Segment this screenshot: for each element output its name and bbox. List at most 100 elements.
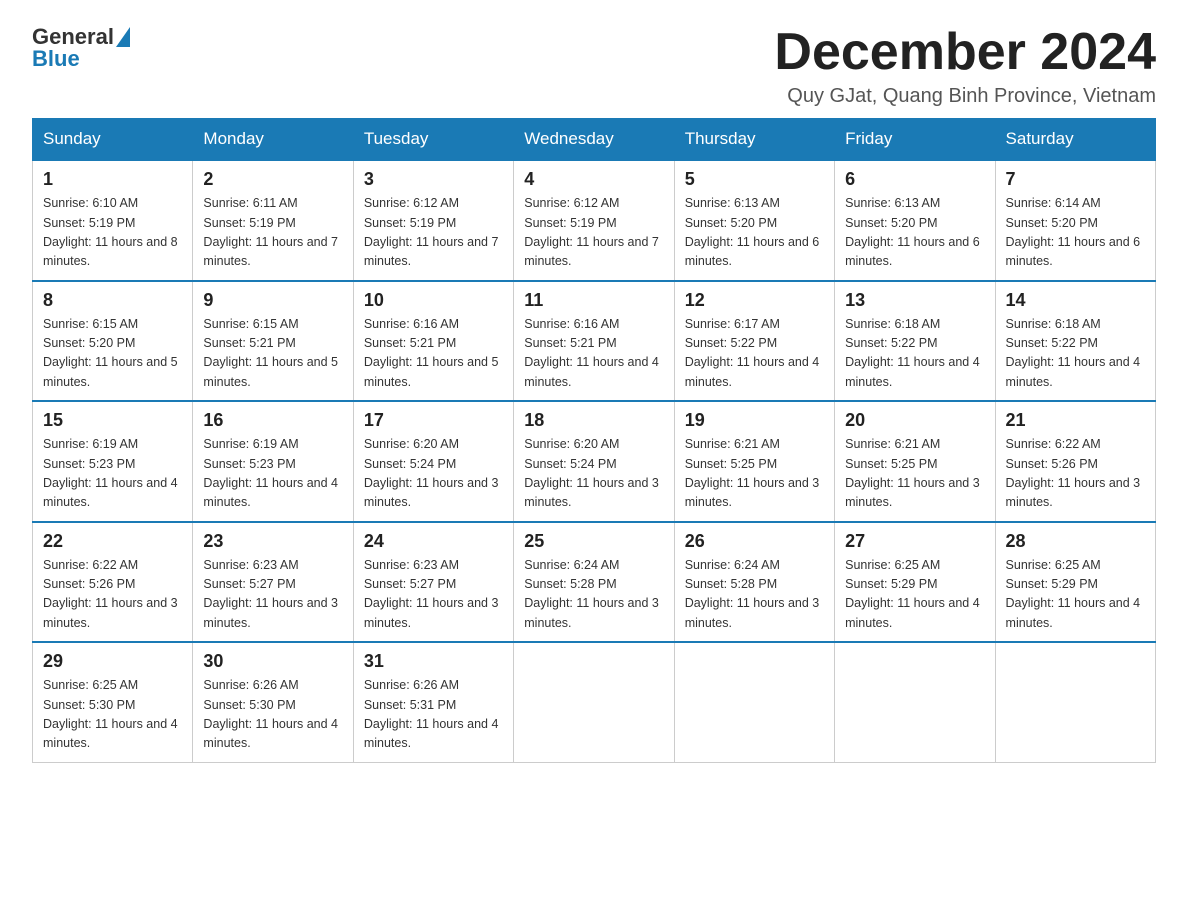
day-cell: 21 Sunrise: 6:22 AMSunset: 5:26 PMDayligh… [995,401,1155,522]
day-info: Sunrise: 6:14 AMSunset: 5:20 PMDaylight:… [1006,194,1145,272]
day-cell [674,642,834,762]
day-info: Sunrise: 6:26 AMSunset: 5:30 PMDaylight:… [203,676,342,754]
day-cell: 31 Sunrise: 6:26 AMSunset: 5:31 PMDayligh… [353,642,513,762]
day-cell: 16 Sunrise: 6:19 AMSunset: 5:23 PMDayligh… [193,401,353,522]
day-info: Sunrise: 6:11 AMSunset: 5:19 PMDaylight:… [203,194,342,272]
day-cell: 19Sunrise: 6:21 AMSunset: 5:25 PMDayligh… [674,401,834,522]
page-header: General Blue December 2024 Quy GJat, Qua… [32,24,1156,108]
day-number: 7 [1006,169,1145,190]
day-info: Sunrise: 6:15 AMSunset: 5:21 PMDaylight:… [203,315,342,393]
day-cell: 23Sunrise: 6:23 AMSunset: 5:27 PMDayligh… [193,522,353,643]
column-header-thursday: Thursday [674,119,834,161]
day-number: 31 [364,651,503,672]
day-cell: 8 Sunrise: 6:15 AMSunset: 5:20 PMDaylight… [33,281,193,402]
day-info: Sunrise: 6:23 AMSunset: 5:27 PMDaylight:… [364,556,503,634]
day-cell: 5 Sunrise: 6:13 AMSunset: 5:20 PMDaylight… [674,160,834,281]
day-number: 16 [203,410,342,431]
day-number: 12 [685,290,824,311]
day-number: 30 [203,651,342,672]
day-cell: 18 Sunrise: 6:20 AMSunset: 5:24 PMDayligh… [514,401,674,522]
day-cell [835,642,995,762]
day-info: Sunrise: 6:24 AMSunset: 5:28 PMDaylight:… [685,556,824,634]
day-cell: 14 Sunrise: 6:18 AMSunset: 5:22 PMDayligh… [995,281,1155,402]
day-number: 26 [685,531,824,552]
day-info: Sunrise: 6:21 AMSunset: 5:25 PMDaylight:… [685,435,824,513]
day-number: 4 [524,169,663,190]
day-number: 25 [524,531,663,552]
column-header-wednesday: Wednesday [514,119,674,161]
day-number: 10 [364,290,503,311]
day-number: 24 [364,531,503,552]
day-info: Sunrise: 6:22 AMSunset: 5:26 PMDaylight:… [1006,435,1145,513]
day-info: Sunrise: 6:22 AMSunset: 5:26 PMDaylight:… [43,556,182,634]
day-number: 11 [524,290,663,311]
day-cell: 25 Sunrise: 6:24 AMSunset: 5:28 PMDayligh… [514,522,674,643]
calendar-header-row: SundayMondayTuesdayWednesdayThursdayFrid… [33,119,1156,161]
day-cell: 11Sunrise: 6:16 AMSunset: 5:21 PMDayligh… [514,281,674,402]
day-cell: 24 Sunrise: 6:23 AMSunset: 5:27 PMDayligh… [353,522,513,643]
day-cell: 9 Sunrise: 6:15 AMSunset: 5:21 PMDaylight… [193,281,353,402]
day-cell: 28 Sunrise: 6:25 AMSunset: 5:29 PMDayligh… [995,522,1155,643]
day-info: Sunrise: 6:24 AMSunset: 5:28 PMDaylight:… [524,556,663,634]
day-number: 15 [43,410,182,431]
day-cell: 22Sunrise: 6:22 AMSunset: 5:26 PMDayligh… [33,522,193,643]
day-info: Sunrise: 6:20 AMSunset: 5:24 PMDaylight:… [524,435,663,513]
column-header-sunday: Sunday [33,119,193,161]
day-info: Sunrise: 6:12 AMSunset: 5:19 PMDaylight:… [364,194,503,272]
day-cell: 3 Sunrise: 6:12 AMSunset: 5:19 PMDaylight… [353,160,513,281]
day-cell [514,642,674,762]
day-info: Sunrise: 6:18 AMSunset: 5:22 PMDaylight:… [845,315,984,393]
day-number: 21 [1006,410,1145,431]
day-number: 8 [43,290,182,311]
week-row-1: 1 Sunrise: 6:10 AMSunset: 5:19 PMDaylight… [33,160,1156,281]
logo: General Blue [32,24,130,72]
column-header-saturday: Saturday [995,119,1155,161]
day-info: Sunrise: 6:13 AMSunset: 5:20 PMDaylight:… [685,194,824,272]
day-cell: 2 Sunrise: 6:11 AMSunset: 5:19 PMDaylight… [193,160,353,281]
day-info: Sunrise: 6:17 AMSunset: 5:22 PMDaylight:… [685,315,824,393]
day-info: Sunrise: 6:19 AMSunset: 5:23 PMDaylight:… [43,435,182,513]
location-subtitle: Quy GJat, Quang Binh Province, Vietnam [774,85,1156,108]
day-number: 14 [1006,290,1145,311]
day-info: Sunrise: 6:26 AMSunset: 5:31 PMDaylight:… [364,676,503,754]
day-info: Sunrise: 6:20 AMSunset: 5:24 PMDaylight:… [364,435,503,513]
day-number: 5 [685,169,824,190]
day-info: Sunrise: 6:13 AMSunset: 5:20 PMDaylight:… [845,194,984,272]
column-header-friday: Friday [835,119,995,161]
day-number: 18 [524,410,663,431]
day-cell: 20Sunrise: 6:21 AMSunset: 5:25 PMDayligh… [835,401,995,522]
logo-blue-text: Blue [32,46,80,72]
day-info: Sunrise: 6:10 AMSunset: 5:19 PMDaylight:… [43,194,182,272]
day-info: Sunrise: 6:18 AMSunset: 5:22 PMDaylight:… [1006,315,1145,393]
week-row-4: 22Sunrise: 6:22 AMSunset: 5:26 PMDayligh… [33,522,1156,643]
day-number: 23 [203,531,342,552]
column-header-monday: Monday [193,119,353,161]
day-number: 17 [364,410,503,431]
day-info: Sunrise: 6:25 AMSunset: 5:29 PMDaylight:… [1006,556,1145,634]
calendar-table: SundayMondayTuesdayWednesdayThursdayFrid… [32,118,1156,763]
day-info: Sunrise: 6:25 AMSunset: 5:29 PMDaylight:… [845,556,984,634]
day-info: Sunrise: 6:25 AMSunset: 5:30 PMDaylight:… [43,676,182,754]
week-row-5: 29 Sunrise: 6:25 AMSunset: 5:30 PMDayligh… [33,642,1156,762]
day-cell: 26 Sunrise: 6:24 AMSunset: 5:28 PMDayligh… [674,522,834,643]
day-cell [995,642,1155,762]
day-info: Sunrise: 6:19 AMSunset: 5:23 PMDaylight:… [203,435,342,513]
day-number: 9 [203,290,342,311]
day-cell: 17 Sunrise: 6:20 AMSunset: 5:24 PMDayligh… [353,401,513,522]
day-number: 3 [364,169,503,190]
day-cell: 6 Sunrise: 6:13 AMSunset: 5:20 PMDaylight… [835,160,995,281]
title-block: December 2024 Quy GJat, Quang Binh Provi… [774,24,1156,108]
day-number: 2 [203,169,342,190]
day-number: 29 [43,651,182,672]
day-cell: 27 Sunrise: 6:25 AMSunset: 5:29 PMDayligh… [835,522,995,643]
week-row-2: 8 Sunrise: 6:15 AMSunset: 5:20 PMDaylight… [33,281,1156,402]
day-number: 27 [845,531,984,552]
day-cell: 15 Sunrise: 6:19 AMSunset: 5:23 PMDayligh… [33,401,193,522]
day-info: Sunrise: 6:12 AMSunset: 5:19 PMDaylight:… [524,194,663,272]
day-number: 1 [43,169,182,190]
day-number: 28 [1006,531,1145,552]
day-cell: 1 Sunrise: 6:10 AMSunset: 5:19 PMDaylight… [33,160,193,281]
day-number: 6 [845,169,984,190]
month-title: December 2024 [774,24,1156,81]
day-info: Sunrise: 6:15 AMSunset: 5:20 PMDaylight:… [43,315,182,393]
